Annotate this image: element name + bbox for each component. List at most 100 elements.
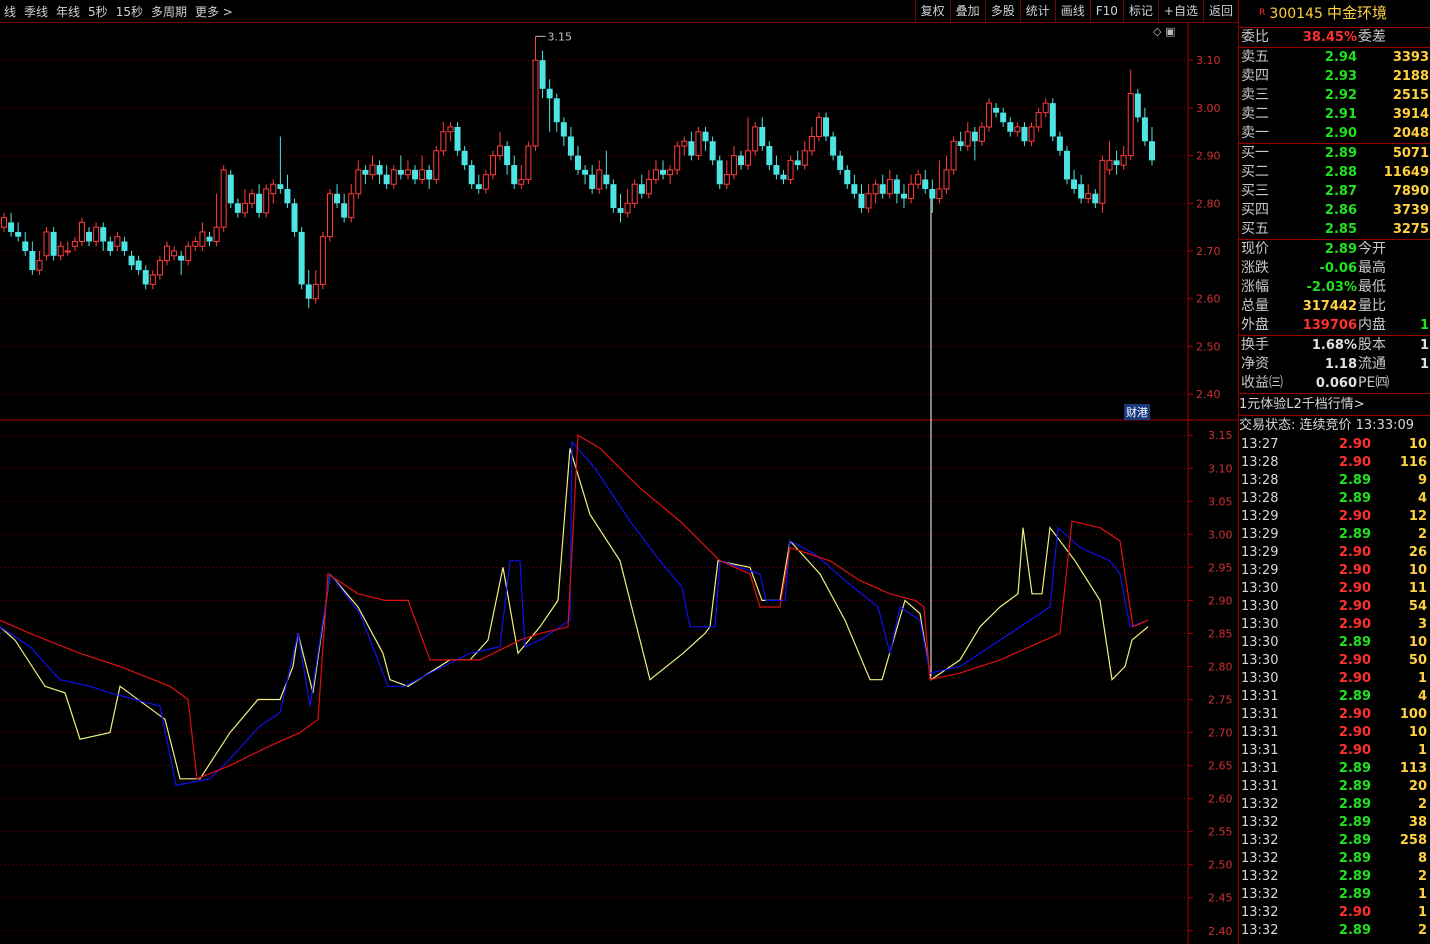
kline-chart[interactable]: 3.15 3.10 3.00 2.90 2.80 2.70 2.60 2.50 2.40 3.1… xyxy=(0,0,1240,944)
candle-body xyxy=(284,188,291,204)
period-tab-3[interactable]: 5秒 xyxy=(84,3,112,20)
stat-row: 涨幅 -2.03% 最低 xyxy=(1239,278,1430,297)
stat-label-2: 今开 xyxy=(1358,241,1386,257)
period-tab-4[interactable]: 15秒 xyxy=(112,3,147,20)
tool-button-5[interactable]: F10 xyxy=(1089,0,1123,22)
tool-button-2[interactable]: 多股 xyxy=(984,0,1020,22)
candle-body xyxy=(412,169,419,180)
period-tab-0[interactable]: 线 xyxy=(0,3,20,20)
diamond-icon[interactable]: ◇ xyxy=(1153,25,1161,38)
tick-volume: 38 xyxy=(1408,815,1427,830)
ask-row[interactable]: 卖二 2.91 3914 xyxy=(1239,105,1430,124)
tick-volume: 2 xyxy=(1417,797,1427,812)
candle-body xyxy=(156,260,163,276)
tick-time: 13:32 xyxy=(1241,851,1279,866)
ask-row[interactable]: 卖四 2.93 2188 xyxy=(1239,67,1430,86)
candle-body xyxy=(71,240,78,247)
candle-body xyxy=(383,174,390,185)
ask-volume: 3914 xyxy=(1392,107,1429,122)
peak-label: 3.15 xyxy=(547,30,572,43)
candle-body xyxy=(362,169,369,175)
tick-price: 2.90 xyxy=(1338,599,1371,614)
tick-time: 13:29 xyxy=(1241,545,1279,560)
candle-body xyxy=(36,260,43,271)
stat-row: 换手 1.68% 股本 1 xyxy=(1239,336,1430,355)
chart-toolbar: 线季线 年线 5秒 15秒 多周期 更多 > 复权 叠加 多股 统计 画线 F10 标记 +自选 返回 xyxy=(0,0,1238,23)
bid-row[interactable]: 买五 2.85 3275 xyxy=(1239,220,1430,239)
ask-row[interactable]: 卖三 2.92 2515 xyxy=(1239,86,1430,105)
tick-row: 13:27 2.90 10 xyxy=(1239,436,1430,454)
ask-row[interactable]: 卖五 2.94 3393 xyxy=(1239,48,1430,67)
stat-label: 换手 xyxy=(1241,337,1269,353)
tick-price: 2.89 xyxy=(1338,851,1371,866)
tool-button-7[interactable]: +自选 xyxy=(1157,0,1203,22)
bid-row[interactable]: 买四 2.86 3739 xyxy=(1239,201,1430,220)
period-tab-5[interactable]: 多周期 xyxy=(147,3,191,20)
candle-body xyxy=(114,236,121,247)
tool-button-0[interactable]: 复权 xyxy=(914,0,950,22)
tool-button-4[interactable]: 画线 xyxy=(1054,0,1090,22)
tick-volume: 1 xyxy=(1417,905,1427,920)
bid-row[interactable]: 买二 2.88 11649 xyxy=(1239,163,1430,182)
chart-mini-icons[interactable]: ◇ ▣ xyxy=(1153,25,1175,38)
candle-body xyxy=(270,183,277,195)
candle-body xyxy=(766,146,773,166)
tick-time: 13:30 xyxy=(1241,671,1279,686)
tick-price: 2.89 xyxy=(1338,635,1371,650)
candle-body xyxy=(645,178,652,195)
candle-body xyxy=(504,146,511,166)
tick-volume: 26 xyxy=(1408,545,1427,560)
tick-row: 13:29 2.89 2 xyxy=(1239,526,1430,544)
ask-volume: 3393 xyxy=(1392,50,1429,65)
candle-body xyxy=(603,174,610,185)
y-tick-label: 2.40 xyxy=(1196,388,1221,401)
bid-row[interactable]: 买三 2.87 7890 xyxy=(1239,182,1430,201)
candle-body xyxy=(1007,122,1014,132)
tool-button-3[interactable]: 统计 xyxy=(1019,0,1055,22)
period-tab-2[interactable]: 年线 xyxy=(52,3,84,20)
committee-row: 委比 38.45% 委差 xyxy=(1241,29,1386,45)
candle-body xyxy=(773,165,780,175)
ask-row[interactable]: 卖一 2.90 2048 xyxy=(1239,124,1430,143)
candle-body xyxy=(220,169,227,228)
candle-body xyxy=(1014,126,1021,133)
stock-name: 中金环境 xyxy=(1327,4,1388,22)
tick-time: 13:30 xyxy=(1241,635,1279,650)
tick-price: 2.90 xyxy=(1338,707,1371,722)
tool-button-6[interactable]: 标记 xyxy=(1122,0,1158,22)
tool-button-1[interactable]: 叠加 xyxy=(949,0,985,22)
bid-volume: 3739 xyxy=(1392,203,1429,218)
y-tick-label: 2.50 xyxy=(1196,340,1221,353)
l2-promo-link[interactable]: 1元体验L2千档行情> xyxy=(1239,393,1430,415)
candle-body xyxy=(638,184,645,194)
y-tick-label: 3.05 xyxy=(1208,495,1233,508)
period-tab-6[interactable]: 更多 > xyxy=(191,3,237,20)
candle-body xyxy=(468,165,475,185)
candle-body xyxy=(121,241,128,252)
tick-time: 13:30 xyxy=(1241,653,1279,668)
candle-body xyxy=(22,241,29,252)
bid-row[interactable]: 买一 2.89 5071 xyxy=(1239,144,1430,163)
candle-body xyxy=(163,245,170,262)
bid-label: 买三 xyxy=(1241,183,1269,199)
caigang-badge[interactable]: 财港 xyxy=(1124,404,1150,420)
tick-row: 13:31 2.89 4 xyxy=(1239,688,1430,706)
period-tab-1[interactable]: 季线 xyxy=(20,3,52,20)
window-icon[interactable]: ▣ xyxy=(1165,25,1175,38)
tick-row: 13:29 2.90 26 xyxy=(1239,544,1430,562)
stat-row: 净资 1.18 流通 1 xyxy=(1239,355,1430,374)
candle-body xyxy=(567,136,574,156)
candle-body xyxy=(199,231,206,247)
candle-body xyxy=(1141,117,1148,142)
candle-body xyxy=(1056,136,1063,151)
tick-volume: 54 xyxy=(1408,599,1427,614)
candle-body xyxy=(610,184,617,209)
candle-body xyxy=(525,145,532,180)
stat-label: 收益㈢ xyxy=(1241,375,1283,391)
tick-price: 2.89 xyxy=(1338,869,1371,884)
candle-body xyxy=(171,250,178,257)
candle-body xyxy=(993,107,1000,113)
tick-time: 13:32 xyxy=(1241,869,1279,884)
stat-label-2: 最低 xyxy=(1358,279,1386,295)
tool-button-8[interactable]: 返回 xyxy=(1202,0,1238,22)
